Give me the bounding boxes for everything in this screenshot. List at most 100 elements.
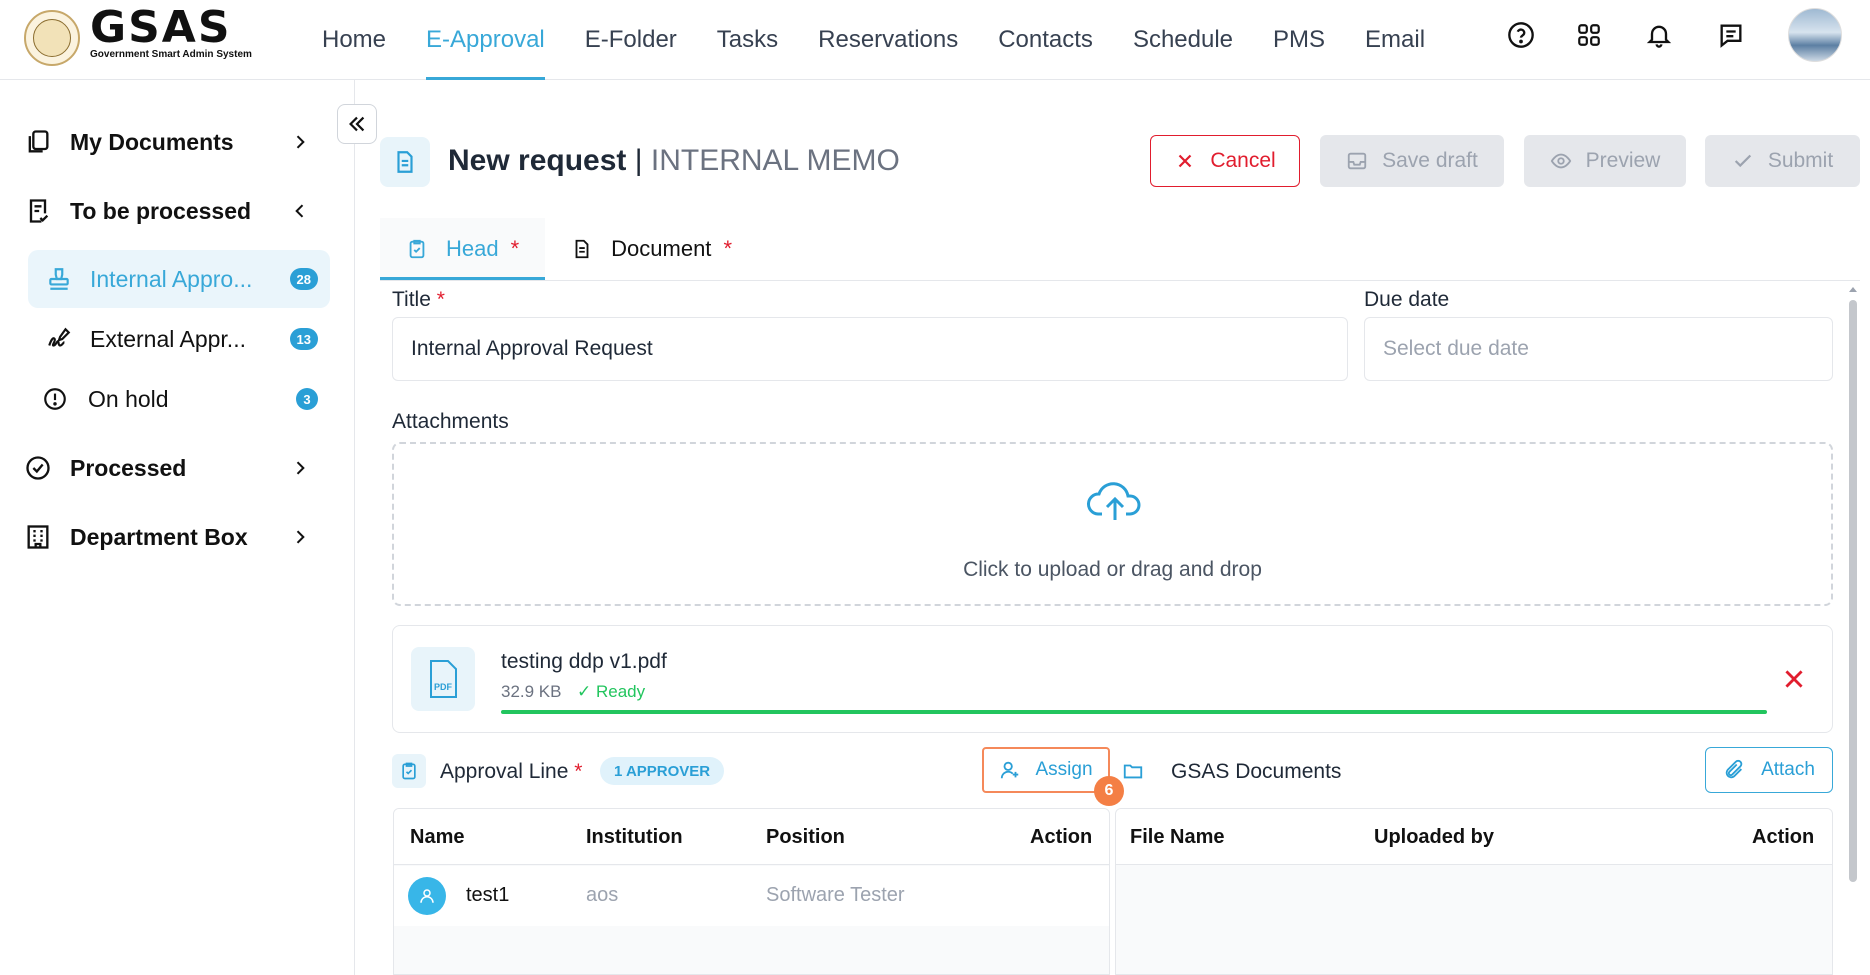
file-status: ✓ Ready	[577, 682, 646, 701]
upload-progress-bar	[501, 710, 1767, 714]
required-mark: *	[723, 236, 732, 261]
nav-reservations[interactable]: Reservations	[798, 0, 978, 80]
required-mark: *	[574, 760, 583, 783]
main-nav: Home E-Approval E-Folder Tasks Reservati…	[302, 0, 1445, 80]
sidebar-item-my-documents[interactable]: My Documents	[0, 116, 330, 168]
close-icon	[1785, 670, 1803, 688]
sidebar-item-processed[interactable]: Processed	[0, 442, 330, 494]
required-mark: *	[436, 288, 445, 311]
top-navigation-bar: GSAS Government Smart Admin System Home …	[0, 0, 1870, 80]
tab-label: Document	[611, 236, 712, 261]
attach-label: Attach	[1761, 759, 1815, 780]
remove-file-button[interactable]	[1781, 666, 1807, 692]
approver-table: Name Institution Position Action test1 a…	[393, 808, 1110, 975]
sidebar-item-label: To be processed	[70, 197, 252, 224]
sidebar-item-label: Internal Appro...	[90, 265, 253, 292]
tab-label: Head	[446, 236, 499, 261]
approver-count-pill: 1 APPROVER	[600, 757, 725, 785]
pdf-file-icon: PDF	[411, 647, 475, 711]
column-header: Institution	[586, 826, 683, 848]
apps-grid-icon[interactable]	[1572, 18, 1606, 52]
chevron-left-icon	[290, 201, 310, 221]
count-badge: 3	[296, 388, 318, 410]
inbox-icon	[1347, 152, 1367, 170]
help-icon[interactable]	[1504, 18, 1538, 52]
stamp-icon	[46, 266, 72, 292]
upload-dropzone[interactable]: Click to upload or drag and drop	[392, 442, 1833, 606]
sidebar-item-to-be-processed[interactable]: To be processed	[0, 185, 330, 237]
pdf-tag: PDF	[434, 682, 453, 692]
table-row[interactable]: test1 aos Software Tester	[394, 866, 1109, 926]
page-title-main: New request	[448, 144, 627, 177]
tab-head[interactable]: Head *	[380, 218, 546, 280]
double-chevron-left-icon	[349, 116, 365, 132]
approval-line-label: Approval Line	[440, 760, 569, 783]
preview-button[interactable]: Preview	[1524, 135, 1686, 187]
sidebar-item-external-approval[interactable]: External Appr... 13	[28, 310, 330, 368]
sidebar-item-department-box[interactable]: Department Box	[0, 511, 330, 563]
chevron-right-icon	[290, 458, 310, 478]
page-title: New request | INTERNAL MEMO	[448, 144, 900, 178]
count-badge: 13	[289, 328, 318, 350]
step-marker: 6	[1094, 776, 1124, 806]
due-date-input[interactable]: Select due date	[1364, 317, 1833, 381]
approver-name: test1	[466, 884, 510, 906]
sidebar-item-label: Department Box	[70, 523, 248, 550]
table-header: File Name Uploaded by Action	[1116, 809, 1832, 865]
nav-pms[interactable]: PMS	[1253, 0, 1345, 80]
nav-e-approval[interactable]: E-Approval	[406, 0, 565, 80]
brand[interactable]: GSAS Government Smart Admin System	[90, 2, 252, 61]
submit-label: Submit	[1767, 149, 1834, 172]
chat-icon[interactable]	[1714, 18, 1748, 52]
nav-tasks[interactable]: Tasks	[697, 0, 798, 80]
user-plus-icon	[1001, 761, 1019, 779]
attach-button[interactable]: Attach	[1705, 747, 1833, 793]
nav-contacts[interactable]: Contacts	[978, 0, 1113, 80]
upload-hint: Click to upload or drag and drop	[963, 558, 1262, 581]
page-title-separator: |	[634, 144, 643, 177]
approver-institution: aos	[586, 884, 619, 906]
user-avatar-icon	[408, 877, 446, 915]
user-avatar[interactable]	[1788, 8, 1842, 62]
column-header: Uploaded by	[1374, 826, 1495, 848]
clipboard-check-icon	[24, 197, 52, 225]
nav-home[interactable]: Home	[302, 0, 406, 80]
document-icon	[380, 137, 430, 187]
nav-e-folder[interactable]: E-Folder	[565, 0, 697, 80]
sidebar-item-on-hold[interactable]: On hold 3	[28, 370, 330, 428]
scrollbar-thumb[interactable]	[1849, 300, 1857, 882]
bell-icon[interactable]	[1642, 18, 1676, 52]
nav-email[interactable]: Email	[1345, 0, 1445, 80]
sidebar-item-label: My Documents	[70, 128, 234, 155]
assign-button[interactable]: Assign	[982, 747, 1110, 793]
nav-schedule[interactable]: Schedule	[1113, 0, 1253, 80]
sidebar-item-internal-approval[interactable]: Internal Appro... 28	[28, 250, 330, 308]
signature-icon	[46, 326, 72, 352]
submit-button[interactable]: Submit	[1705, 135, 1860, 187]
clipboard-check-icon	[409, 239, 425, 259]
table-header: Name Institution Position Action	[394, 809, 1109, 865]
tab-document[interactable]: Document *	[545, 218, 758, 280]
save-draft-button[interactable]: Save draft	[1320, 135, 1504, 187]
column-header: Name	[410, 826, 465, 848]
title-label: Title *	[392, 288, 445, 312]
chevron-right-icon	[290, 527, 310, 547]
tabs-divider	[380, 280, 1860, 281]
alert-circle-icon	[42, 386, 68, 412]
brand-subtitle: Government Smart Admin System	[90, 49, 252, 60]
brand-name: GSAS	[90, 2, 232, 53]
building-icon	[24, 523, 52, 551]
sidebar-item-label: Processed	[70, 454, 187, 481]
collapse-sidebar-button[interactable]	[337, 104, 377, 144]
cancel-button[interactable]: Cancel	[1150, 135, 1300, 187]
attachment-file-card: PDF testing ddp v1.pdf 32.9 KB ✓ Ready	[392, 625, 1833, 733]
page-title-subtitle: INTERNAL MEMO	[650, 144, 900, 177]
check-icon	[1734, 154, 1751, 168]
gsas-documents-table: File Name Uploaded by Action	[1115, 808, 1833, 975]
eye-icon	[1550, 153, 1571, 169]
attachments-label: Attachments	[392, 410, 509, 433]
title-input[interactable]: Internal Approval Request	[392, 317, 1348, 381]
column-header: Position	[766, 826, 845, 848]
save-draft-label: Save draft	[1382, 149, 1478, 172]
gsas-emblem-logo[interactable]	[24, 10, 80, 66]
